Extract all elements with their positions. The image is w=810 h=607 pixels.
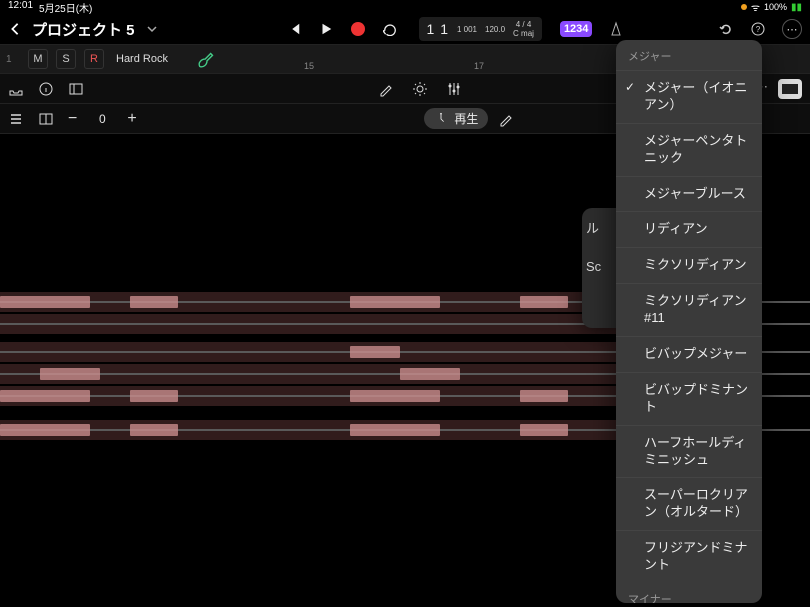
lcd-display[interactable]: 1 1 1 001 120.0 4 / 4 C maj	[419, 17, 542, 41]
pencil-icon[interactable]	[378, 81, 394, 97]
menu-item-label: メジャーペンタトニック	[644, 133, 747, 165]
touch-icon	[434, 112, 448, 126]
position-bar: 1 1	[427, 21, 449, 37]
ruler-mark: 15	[304, 61, 314, 71]
menu-item-lydian[interactable]: リディアン	[616, 211, 762, 247]
midi-note[interactable]	[0, 390, 90, 402]
solo-button[interactable]: S	[56, 49, 76, 69]
status-time: 12:01	[8, 0, 33, 15]
undo-icon[interactable]	[718, 21, 734, 37]
info-icon[interactable]	[38, 81, 54, 97]
menu-section-header: メジャー	[616, 40, 762, 70]
menu-item-label: ビバップメジャー	[644, 346, 747, 361]
battery-percent: 100%	[764, 2, 787, 12]
zoom-value: 0	[91, 112, 113, 126]
menu-section-header: マイナー	[616, 583, 762, 603]
menu-item-label: ビバップドミナント	[644, 382, 748, 414]
split-icon[interactable]	[38, 111, 54, 127]
piano-icon	[782, 84, 798, 94]
menu-item-major-blues[interactable]: メジャーブルース	[616, 176, 762, 212]
menu-item-super-locrian[interactable]: スーパーロクリアン（オルタード）	[616, 477, 762, 530]
wifi-icon: ᯤ	[751, 0, 760, 14]
menu-item-label: スーパーロクリアン（オルタード）	[644, 487, 748, 519]
mute-button[interactable]: M	[28, 49, 48, 69]
menu-item-label: ミクソリディアン#11	[644, 293, 747, 325]
zoom-out-button[interactable]: −	[68, 110, 77, 128]
menu-item-label: メジャーブルース	[644, 186, 746, 201]
menu-item-label: ハーフホールディミニッシュ	[644, 435, 746, 467]
keyboard-view-button[interactable]	[778, 79, 802, 99]
more-icon[interactable]: ⋯	[782, 19, 802, 39]
menu-item-label: リディアン	[644, 221, 708, 236]
svg-text:?: ?	[756, 25, 761, 34]
midi-note[interactable]	[40, 368, 100, 380]
location-dot-icon	[741, 4, 747, 10]
midi-note[interactable]	[520, 424, 568, 436]
cycle-icon[interactable]	[383, 22, 397, 36]
midi-note[interactable]	[130, 390, 178, 402]
menu-item-label: メジャー（イオニアン）	[644, 80, 747, 112]
menu-item-mixolydian-sharp11[interactable]: ミクソリディアン#11	[616, 283, 762, 336]
panel-row: Sc	[586, 259, 612, 274]
status-bar: 12:01 5月25日(木) ᯤ 100% ▮▮	[0, 0, 810, 14]
midi-note[interactable]	[350, 346, 400, 358]
count-in-badge[interactable]: 1234	[560, 21, 592, 37]
menu-item-label: ミクソリディアン	[644, 257, 747, 272]
scale-menu: メジャー メジャー（イオニアン） メジャーペンタトニック メジャーブルース リデ…	[616, 40, 762, 603]
ruler-mark: 17	[474, 61, 484, 71]
key: C maj	[513, 29, 534, 38]
midi-note[interactable]	[130, 424, 178, 436]
guitar-icon	[196, 48, 218, 70]
menu-item-major-pentatonic[interactable]: メジャーペンタトニック	[616, 123, 762, 176]
midi-note[interactable]	[0, 424, 90, 436]
menu-item-ionian[interactable]: メジャー（イオニアン）	[616, 70, 762, 123]
record-button[interactable]	[351, 22, 365, 36]
panel-row: ル	[586, 218, 612, 237]
metronome-icon[interactable]	[608, 21, 624, 37]
midi-note[interactable]	[350, 296, 440, 308]
play-mode-button[interactable]: 再生	[424, 108, 488, 129]
position-sub: 1 001	[457, 25, 477, 34]
brightness-icon[interactable]	[412, 81, 428, 97]
menu-item-bebop-major[interactable]: ビバップメジャー	[616, 336, 762, 372]
list-icon[interactable]	[8, 111, 24, 127]
midi-note[interactable]	[520, 390, 568, 402]
track-header[interactable]: 1 M S R Hard Rock	[0, 45, 224, 73]
chevron-down-icon[interactable]	[147, 24, 157, 34]
midi-note[interactable]	[0, 296, 90, 308]
menu-item-bebop-dominant[interactable]: ビバップドミナント	[616, 372, 762, 425]
draw-icon[interactable]	[498, 111, 514, 127]
midi-note[interactable]	[350, 424, 440, 436]
go-to-start-icon[interactable]	[287, 22, 301, 36]
time-signature: 4 / 4	[516, 20, 532, 29]
inbox-icon[interactable]	[8, 81, 24, 97]
midi-note[interactable]	[400, 368, 460, 380]
record-enable-button[interactable]: R	[84, 49, 104, 69]
panel-icon[interactable]	[68, 81, 84, 97]
play-mode-label: 再生	[454, 110, 478, 127]
battery-icon: ▮▮	[791, 2, 802, 13]
tempo: 120.0	[485, 25, 505, 34]
scale-panel-edge: ル Sc	[582, 208, 616, 328]
play-icon[interactable]	[319, 22, 333, 36]
menu-item-phrygian-dominant[interactable]: フリジアンドミナント	[616, 530, 762, 583]
project-title[interactable]: プロジェクト 5	[32, 19, 135, 40]
menu-item-half-whole-dim[interactable]: ハーフホールディミニッシュ	[616, 425, 762, 478]
back-icon[interactable]	[8, 22, 22, 36]
status-date: 5月25日(木)	[39, 0, 92, 15]
help-icon[interactable]: ?	[750, 21, 766, 37]
midi-note[interactable]	[350, 390, 440, 402]
sliders-icon[interactable]	[446, 81, 462, 97]
track-name: Hard Rock	[116, 53, 168, 65]
zoom-in-button[interactable]: +	[127, 110, 136, 128]
menu-item-label: フリジアンドミナント	[644, 540, 747, 572]
midi-note[interactable]	[520, 296, 568, 308]
midi-note[interactable]	[130, 296, 178, 308]
menu-item-mixolydian[interactable]: ミクソリディアン	[616, 247, 762, 283]
track-index: 1	[6, 54, 20, 65]
